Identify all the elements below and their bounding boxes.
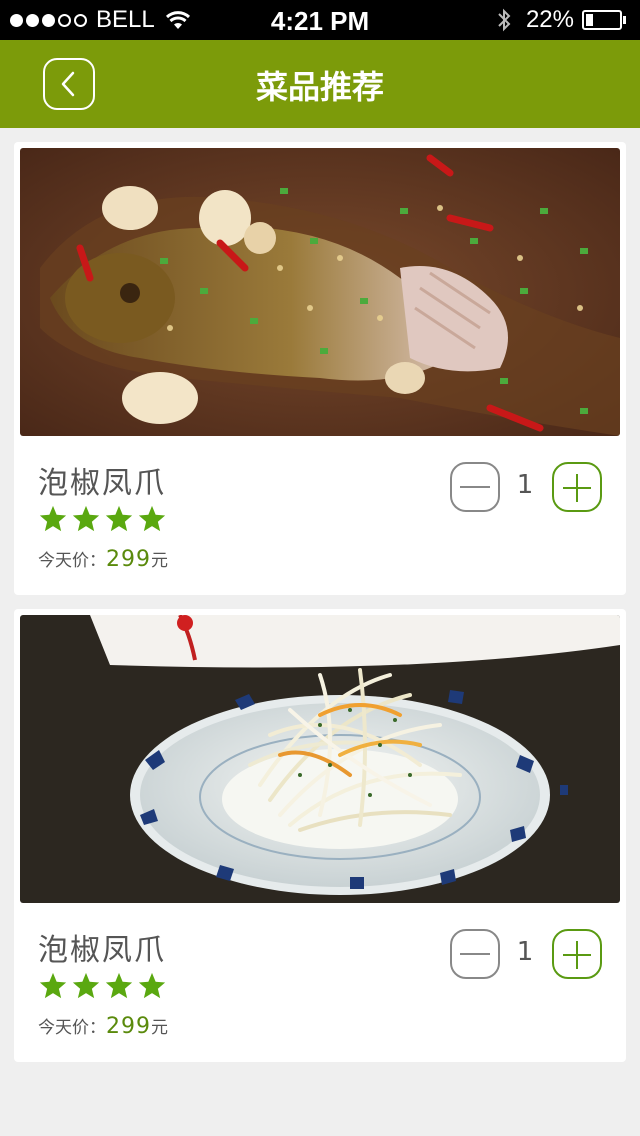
battery-tip xyxy=(623,16,626,24)
decrease-quantity-button[interactable] xyxy=(450,929,500,979)
dish-name: 泡椒凤爪 xyxy=(38,933,166,968)
page-title: 菜品推荐 xyxy=(255,68,384,106)
minus-icon xyxy=(460,486,490,488)
star-icon xyxy=(105,972,133,999)
star-icon xyxy=(72,505,100,532)
minus-icon xyxy=(460,953,490,955)
braised-fish-photo xyxy=(20,148,620,436)
shredded-radish-salad-photo xyxy=(20,615,620,903)
price-value: 299 xyxy=(106,1014,151,1039)
decrease-quantity-button[interactable] xyxy=(450,462,500,512)
rating-stars xyxy=(38,971,170,1001)
battery-percent: 22% xyxy=(525,6,574,33)
quantity-value: 1 xyxy=(516,470,534,500)
star-icon xyxy=(138,972,166,999)
battery-level xyxy=(586,14,594,26)
battery-icon xyxy=(582,10,622,30)
dish-card[interactable]: 泡椒凤爪 今天价：299元 1 xyxy=(14,609,626,1062)
dish-card[interactable]: 泡椒凤爪 今天价：299元 1 xyxy=(14,142,626,595)
dish-image[interactable] xyxy=(20,148,620,436)
price-value: 299 xyxy=(106,547,151,572)
increase-quantity-button[interactable] xyxy=(552,462,602,512)
star-icon xyxy=(39,972,67,999)
increase-quantity-button[interactable] xyxy=(552,929,602,979)
quantity-value: 1 xyxy=(516,937,534,967)
star-icon xyxy=(105,505,133,532)
price-label: 今天价： xyxy=(38,1018,106,1038)
price-label: 今天价： xyxy=(38,551,106,571)
price-unit: 元 xyxy=(151,551,168,571)
status-bar-right: 22% xyxy=(496,6,626,34)
status-bar: BELL 4:21 PM 22% xyxy=(0,0,640,40)
dish-image[interactable] xyxy=(20,615,620,903)
star-icon xyxy=(138,505,166,532)
nav-bar: 菜品推荐 xyxy=(0,40,640,128)
bluetooth-icon xyxy=(498,8,511,32)
plus-icon-vertical xyxy=(576,474,578,502)
dish-name: 泡椒凤爪 xyxy=(38,466,166,501)
plus-icon-vertical xyxy=(576,941,578,969)
price-row: 今天价：299元 xyxy=(38,546,168,572)
star-icon xyxy=(39,505,67,532)
rating-stars xyxy=(38,504,170,534)
price-unit: 元 xyxy=(151,1018,168,1038)
price-row: 今天价：299元 xyxy=(38,1013,168,1039)
star-icon xyxy=(72,972,100,999)
